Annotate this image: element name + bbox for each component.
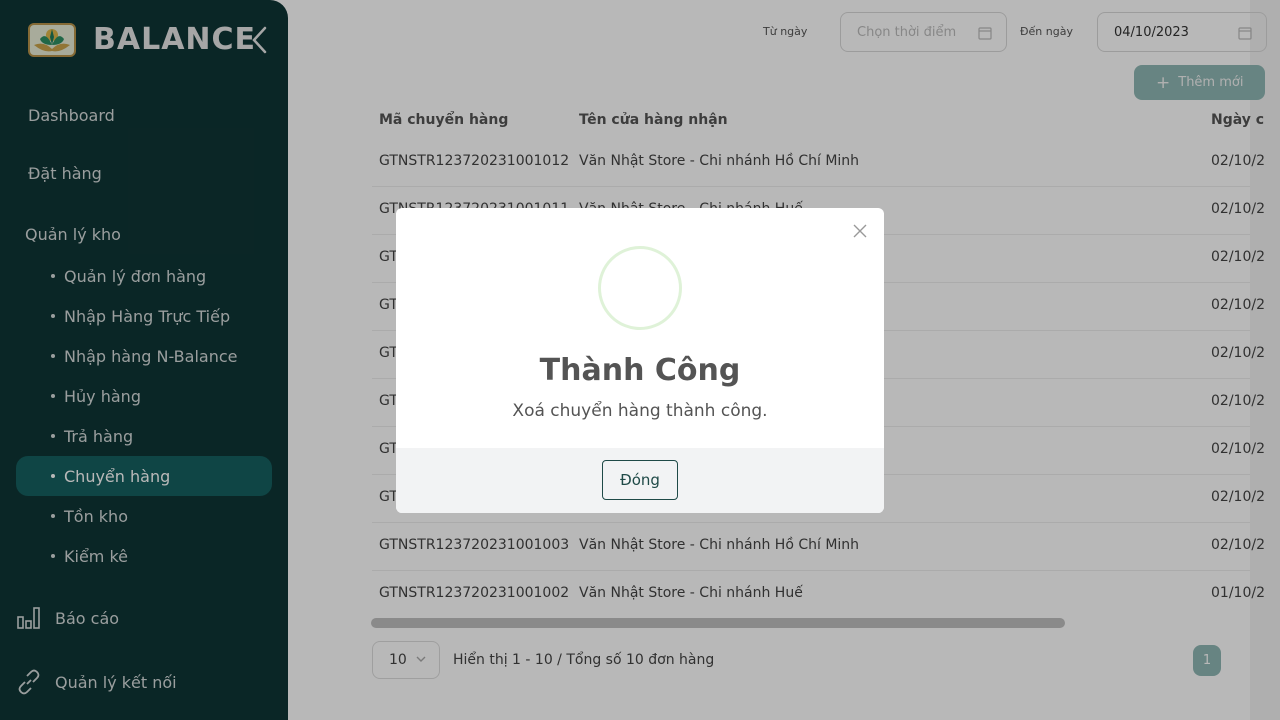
success-dialog: Thành Công Xoá chuyển hàng thành công. Đ… <box>396 208 884 513</box>
dialog-message: Xoá chuyển hàng thành công. <box>512 401 768 421</box>
dialog-footer: Đóng <box>396 448 884 513</box>
success-icon <box>598 246 682 330</box>
dialog-title: Thành Công <box>539 353 741 388</box>
close-icon[interactable] <box>852 223 868 239</box>
close-button[interactable]: Đóng <box>602 460 678 500</box>
